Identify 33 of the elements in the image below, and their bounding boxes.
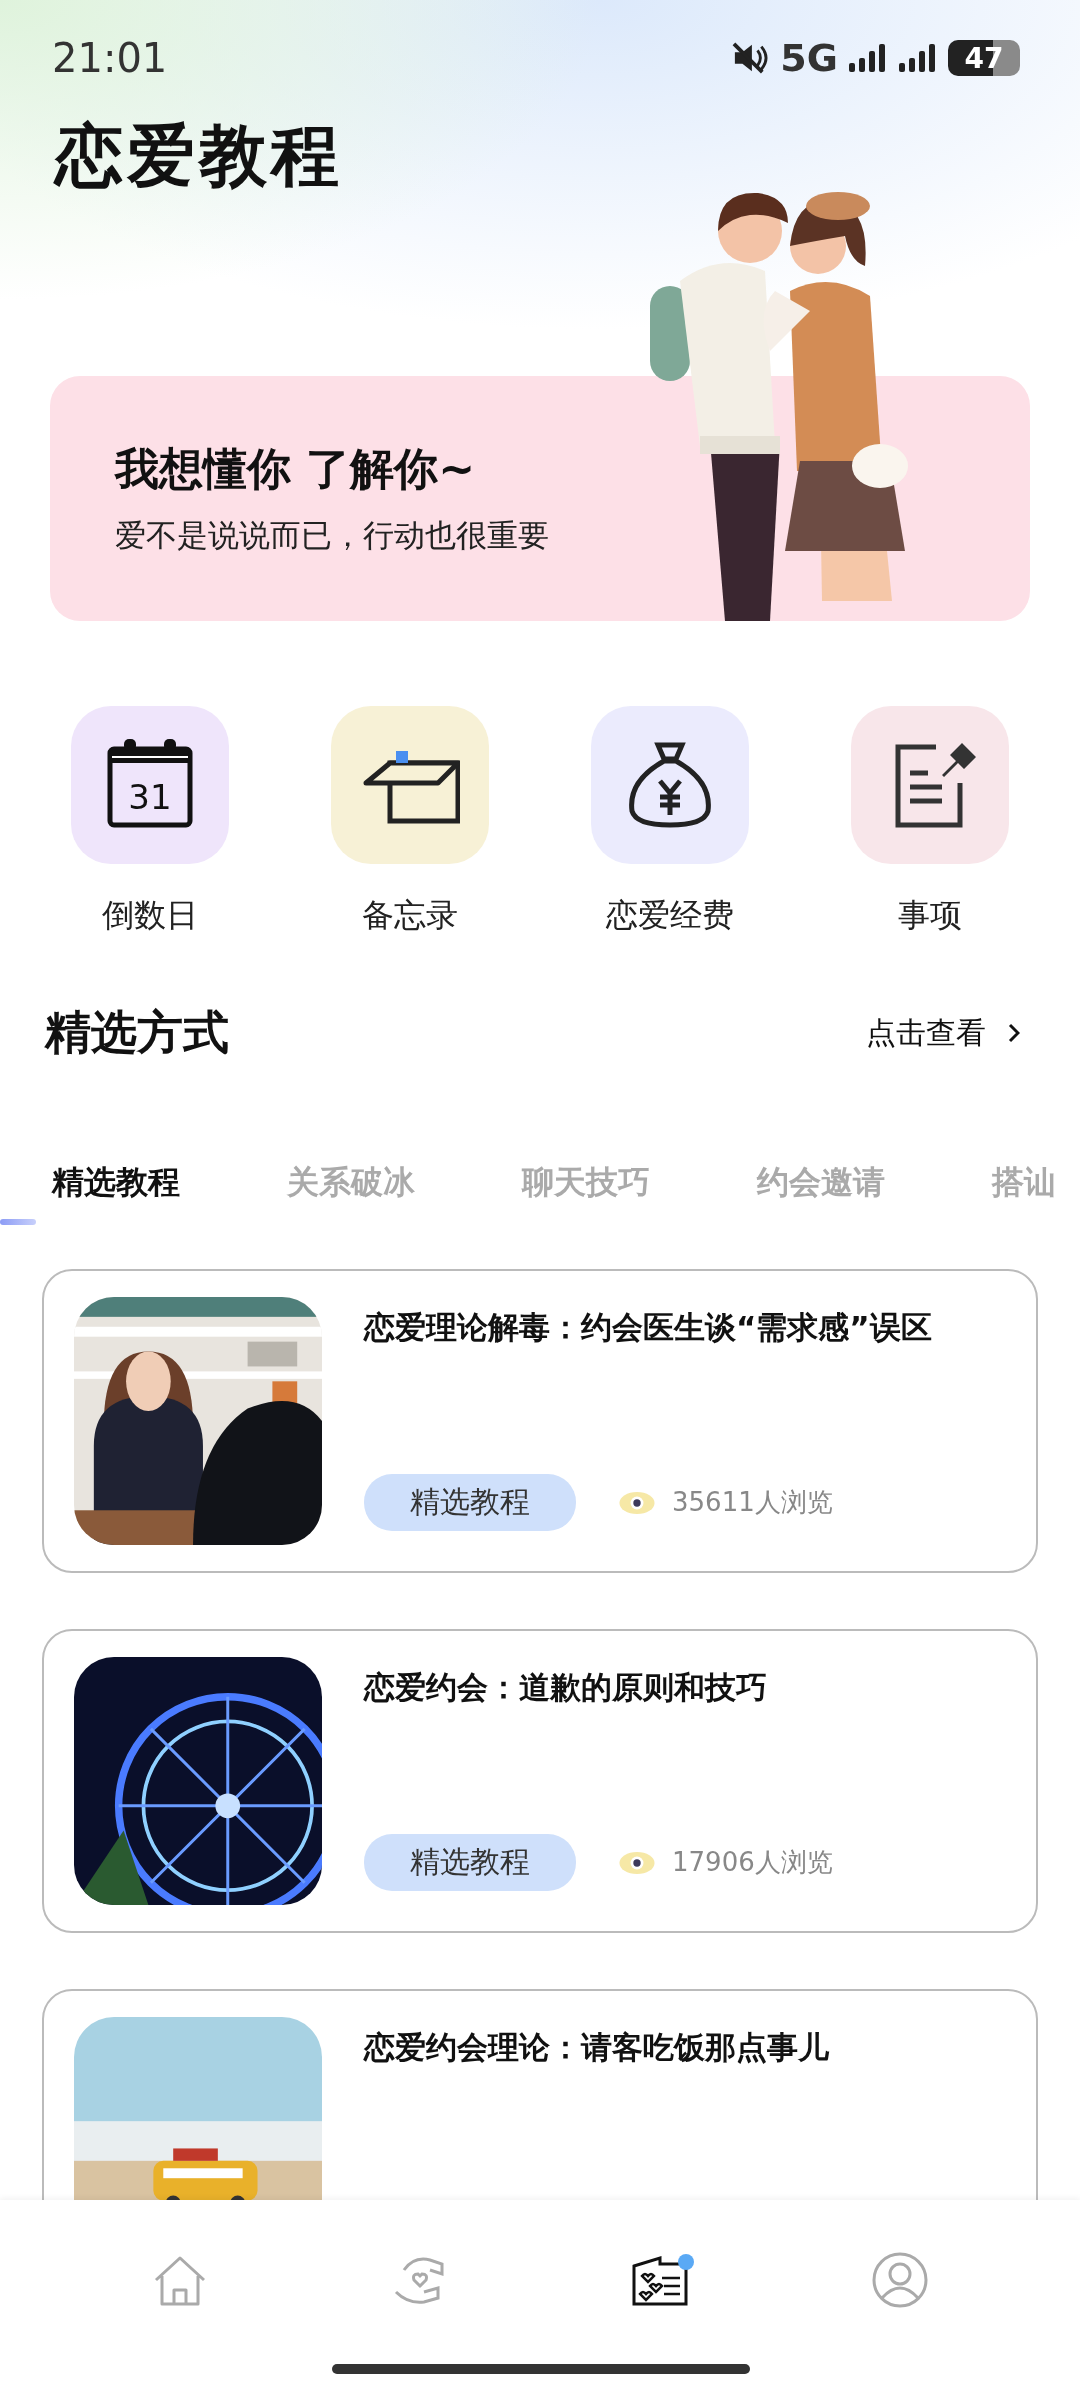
signal-icon (898, 41, 938, 75)
battery-level: 47 (964, 41, 1004, 75)
network-label: 5G (780, 36, 838, 80)
eye-icon (618, 1490, 656, 1515)
shortcut-tile[interactable]: 31 (71, 706, 229, 864)
clock-time: 21:01 (52, 35, 168, 81)
scroll-indicator (0, 1219, 36, 1225)
article-card[interactable]: 恋爱约会：道歉的原则和技巧 精选教程 17906人浏览 (42, 1629, 1038, 1933)
page-title: 恋爱教程 (55, 116, 344, 196)
article-title: 恋爱约会理论：请客吃饭那点事儿 (364, 2028, 830, 2067)
article-card[interactable]: 恋爱理论解毒：约会医生谈“需求感”误区 精选教程 35611人浏览 (42, 1269, 1038, 1573)
view-count: 35611人浏览 (672, 1486, 833, 1519)
category-tag: 精选教程 (364, 1474, 576, 1531)
shortcut-label: 备忘录 (362, 895, 458, 936)
article-card[interactable]: 恋爱约会理论：请客吃饭那点事儿 (42, 1989, 1038, 2200)
shortcut-tile[interactable] (591, 706, 749, 864)
eye-icon (618, 1850, 656, 1875)
article-title: 恋爱约会：道歉的原则和技巧 (364, 1668, 768, 1707)
shortcut-tile[interactable] (331, 706, 489, 864)
category-tab[interactable]: 精选教程 (52, 1161, 229, 1205)
shortcut-tile[interactable] (851, 706, 1009, 864)
banner-headline: 我想懂你 了解你~ (115, 442, 476, 496)
banner-subtitle: 爱不是说说而已，行动也很重要 (115, 516, 549, 555)
shortcut-label: 恋爱经费 (606, 895, 734, 936)
section-title: 精选方式 (45, 1004, 229, 1061)
shortcut-label: 事项 (898, 895, 962, 936)
signal-icon (848, 41, 888, 75)
chevron-icon (1008, 1023, 1020, 1043)
view-more-link[interactable]: 点击查看 (866, 1012, 1020, 1054)
view-count: 17906人浏览 (672, 1846, 833, 1879)
shortcut-label: 倒数日 (102, 895, 198, 936)
article-title: 恋爱理论解毒：约会医生谈“需求感”误区 (364, 1308, 933, 1347)
category-tag: 精选教程 (364, 1834, 576, 1891)
